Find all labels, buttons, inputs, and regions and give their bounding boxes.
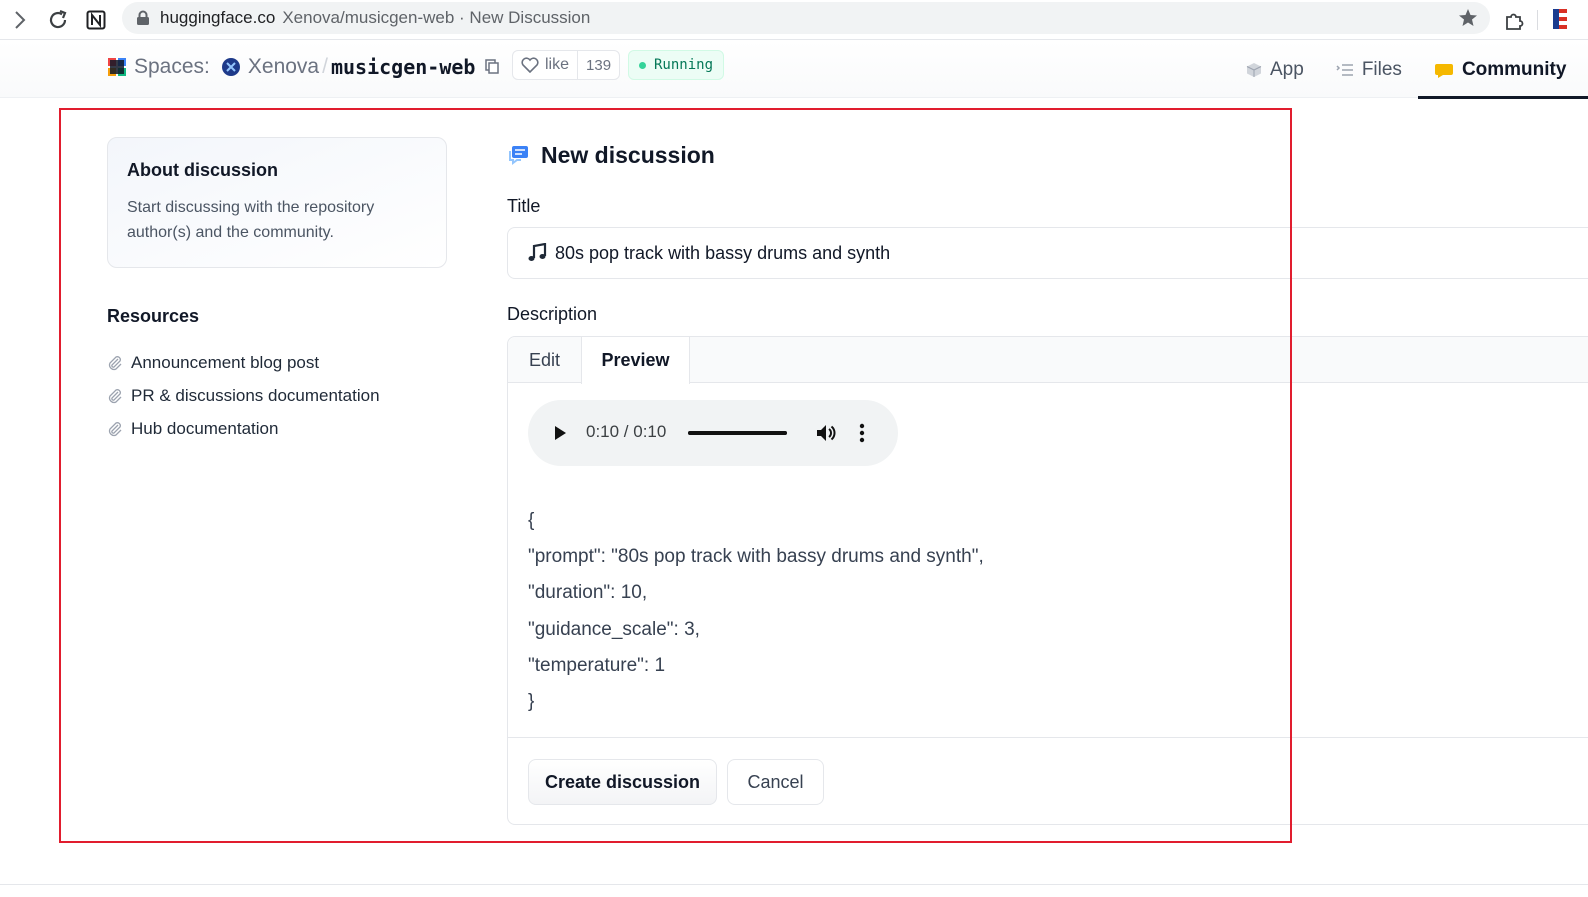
notion-icon — [86, 10, 106, 30]
address-bar[interactable]: huggingface.co Xenova/musicgen-web · New… — [122, 2, 1490, 34]
json-line: "temperature": 1 — [528, 654, 666, 676]
volume-icon[interactable] — [815, 422, 837, 444]
resource-link-hub-docs[interactable]: Hub documentation — [107, 412, 380, 445]
extensions-button[interactable] — [1500, 6, 1528, 34]
profile-flag-icon[interactable] — [1553, 9, 1567, 29]
play-icon — [555, 426, 566, 440]
bookmark-star-icon[interactable] — [1458, 8, 1480, 28]
description-preview-json: { "prompt": "80s pop track with bassy dr… — [528, 503, 984, 720]
play-button[interactable] — [540, 413, 580, 453]
resource-label: Hub documentation — [131, 418, 279, 438]
title-label: Title — [507, 196, 541, 216]
spaces-grid-icon — [108, 58, 126, 76]
music-note-icon — [528, 243, 547, 261]
tab-app-label: App — [1270, 58, 1304, 80]
toolbar-divider — [1537, 10, 1538, 30]
footer-divider — [0, 884, 1588, 885]
json-line: "prompt": "80s pop track with bassy drum… — [528, 546, 984, 568]
paperclip-icon — [108, 388, 122, 403]
url-path: Xenova/musicgen-web · New Discussion — [282, 8, 591, 27]
reload-button[interactable] — [44, 6, 72, 34]
description-tabs: Edit Preview — [508, 337, 1588, 384]
resources-heading: Resources — [107, 306, 200, 326]
space-tabs: App Files Community — [1230, 41, 1588, 99]
owner-avatar[interactable] — [221, 58, 240, 76]
like-label: like — [545, 56, 570, 73]
json-line: "guidance_scale": 3, — [528, 618, 700, 640]
puzzle-icon — [1506, 13, 1524, 30]
files-icon — [1336, 63, 1353, 76]
description-editor: Edit Preview 0:10 / 0:10 { "prompt": "80… — [507, 336, 1588, 825]
browser-toolbar: huggingface.co Xenova/musicgen-web · New… — [0, 0, 1588, 40]
like-button[interactable]: like — [513, 51, 579, 79]
resources-list: Announcement blog post PR & discussions … — [107, 346, 380, 445]
cancel-button[interactable]: Cancel — [727, 759, 824, 805]
tab-preview[interactable]: Preview — [581, 337, 690, 384]
tab-community[interactable]: Community — [1417, 41, 1588, 99]
tab-app[interactable]: App — [1230, 41, 1320, 98]
json-line: { — [528, 510, 535, 531]
url-host: huggingface.co — [160, 8, 276, 27]
lock-icon — [137, 10, 149, 25]
spaces-label[interactable]: Spaces: — [134, 55, 210, 79]
paperclip-icon — [108, 421, 122, 436]
json-line: } — [528, 691, 535, 713]
status-badge[interactable]: Running — [628, 50, 725, 80]
more-options-icon[interactable] — [858, 422, 866, 444]
tab-edit[interactable]: Edit — [508, 337, 581, 383]
breadcrumb: Spaces: Xenova / musicgen-web — [108, 52, 500, 82]
owner-link[interactable]: Xenova — [248, 55, 319, 79]
resource-link-announcement[interactable]: Announcement blog post — [107, 346, 380, 379]
page-title-text: New discussion — [541, 141, 715, 168]
like-button-group[interactable]: like 139 — [512, 50, 621, 80]
json-line: "duration": 10, — [528, 582, 648, 604]
tab-files[interactable]: Files — [1320, 41, 1418, 98]
resource-link-pr-docs[interactable]: PR & discussions documentation — [107, 379, 380, 412]
create-discussion-button[interactable]: Create discussion — [528, 759, 717, 805]
breadcrumb-separator: / — [322, 55, 328, 78]
title-input-value: 80s pop track with bassy drums and synth — [555, 242, 891, 263]
audio-time: 0:10 / 0:10 — [586, 422, 667, 441]
audio-progress-fill — [688, 431, 787, 435]
notion-extension-button[interactable] — [82, 6, 110, 34]
like-count[interactable]: 139 — [578, 57, 619, 74]
discussion-icon — [509, 146, 528, 165]
repo-name-link[interactable]: musicgen-web — [331, 55, 476, 79]
chevron-right-icon — [15, 11, 26, 29]
audio-player[interactable]: 0:10 / 0:10 — [528, 400, 898, 466]
community-icon — [1434, 63, 1453, 78]
app-cube-icon — [1246, 62, 1262, 77]
paperclip-icon — [108, 355, 122, 370]
resource-label: PR & discussions documentation — [131, 385, 380, 405]
tab-files-label: Files — [1361, 58, 1402, 80]
resource-label: Announcement blog post — [131, 352, 320, 372]
about-text: Start discussing with the repository aut… — [127, 199, 375, 241]
about-title: About discussion — [127, 160, 279, 180]
tab-community-label: Community — [1461, 58, 1567, 80]
description-label: Description — [507, 304, 598, 324]
form-actions: Create discussion Cancel — [508, 737, 1588, 825]
about-discussion-card: About discussion Start discussing with t… — [107, 137, 447, 268]
status-label: Running — [654, 57, 714, 73]
status-dot-icon — [639, 61, 646, 69]
forward-button[interactable] — [6, 6, 34, 34]
copy-icon[interactable] — [485, 59, 500, 75]
page-title: New discussion — [507, 138, 715, 172]
reload-icon — [49, 9, 67, 29]
audio-seek-bar[interactable] — [688, 431, 787, 435]
heart-icon — [521, 57, 539, 73]
title-input[interactable]: 80s pop track with bassy drums and synth — [507, 227, 1588, 279]
